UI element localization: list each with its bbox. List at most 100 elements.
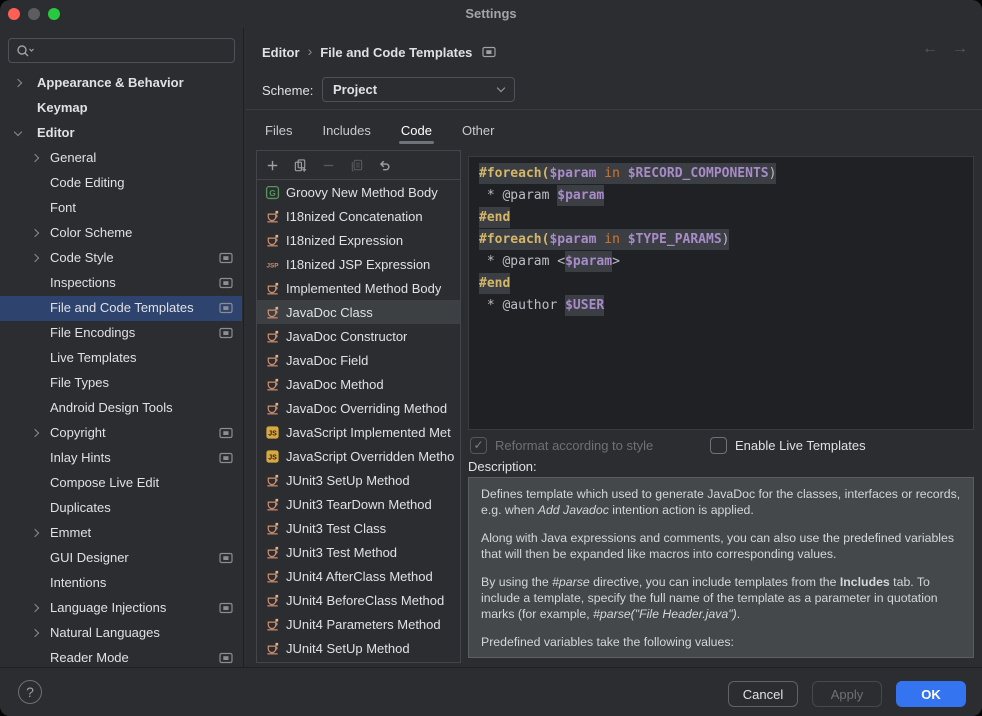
add-template-button[interactable] [262, 155, 282, 175]
tab-files[interactable]: Files [263, 117, 294, 143]
js-file-icon: JS [265, 449, 280, 464]
titlebar: Settings [0, 0, 982, 28]
template-item-junit3-setup-method[interactable]: JUnit3 SetUp Method [257, 468, 460, 492]
back-arrow-icon[interactable]: ← [922, 40, 938, 58]
settings-search-input[interactable] [36, 42, 216, 59]
description-paragraph: By using the #parse directive, you can i… [481, 574, 961, 622]
code-line: #foreach($param in $TYPE_PARAMS) [479, 229, 973, 251]
template-item-label: JUnit4 AfterClass Method [286, 569, 433, 584]
svg-text:JSP: JSP [266, 262, 279, 269]
template-item-junit4-setup-method[interactable]: JUnit4 SetUp Method [257, 636, 460, 660]
template-item-junit4-parameters-method[interactable]: JUnit4 Parameters Method [257, 612, 460, 636]
template-item-groovy-new-method-body[interactable]: GGroovy New Method Body [257, 180, 460, 204]
template-item-javadoc-overriding-method[interactable]: JavaDoc Overriding Method [257, 396, 460, 420]
cancel-button[interactable]: Cancel [728, 681, 798, 707]
tab-other[interactable]: Other [460, 117, 497, 143]
scheme-value: Project [333, 82, 377, 97]
sidebar-item-file-and-code-templates[interactable]: File and Code Templates [0, 296, 242, 321]
sidebar-item-color-scheme[interactable]: Color Scheme [0, 221, 242, 246]
template-item-javadoc-constructor[interactable]: JavaDoc Constructor [257, 324, 460, 348]
java-file-icon [265, 209, 280, 224]
sidebar-item-label: File Encodings [50, 325, 135, 340]
template-item-javascript-implemented-met[interactable]: JSJavaScript Implemented Met [257, 420, 460, 444]
template-item-javadoc-method[interactable]: JavaDoc Method [257, 372, 460, 396]
template-item-label: JUnit4 SetUp Method [286, 641, 410, 656]
project-settings-icon [219, 327, 233, 339]
template-item-javadoc-field[interactable]: JavaDoc Field [257, 348, 460, 372]
sidebar-item-general[interactable]: General [0, 146, 242, 171]
settings-window: Settings Appearance & Behavior Keymap Edit… [0, 0, 982, 716]
chevron-right-icon[interactable] [31, 604, 39, 612]
live-templates-checkbox[interactable] [710, 437, 727, 454]
settings-search-field[interactable] [8, 38, 235, 63]
apply-button[interactable]: Apply [812, 681, 882, 707]
sidebar-item-gui-designer[interactable]: GUI Designer [0, 546, 242, 571]
copy-template-button[interactable] [290, 155, 310, 175]
code-line: * @author $USER [479, 295, 973, 317]
reset-template-button[interactable] [374, 155, 394, 175]
sidebar-item-editor[interactable]: Editor [0, 121, 242, 146]
chevron-right-icon[interactable] [31, 229, 39, 237]
sidebar-item-file-types[interactable]: File Types [0, 371, 242, 396]
sidebar-item-code-editing[interactable]: Code Editing [0, 171, 242, 196]
chevron-right-icon[interactable] [31, 254, 39, 262]
template-item-label: JavaScript Overridden Metho [286, 449, 454, 464]
sidebar-item-label: Duplicates [50, 500, 111, 515]
template-list: GGroovy New Method BodyI18nized Concaten… [257, 180, 460, 660]
chevron-right-icon[interactable] [31, 154, 39, 162]
chevron-down-icon [497, 84, 505, 92]
header-divider [245, 109, 982, 110]
template-item-i18nized-expression[interactable]: I18nized Expression [257, 228, 460, 252]
sidebar-item-appearance-behavior[interactable]: Appearance & Behavior [0, 71, 242, 96]
sidebar-item-file-encodings[interactable]: File Encodings [0, 321, 242, 346]
forward-arrow-icon[interactable]: → [952, 40, 968, 58]
sidebar-item-code-style[interactable]: Code Style [0, 246, 242, 271]
template-item-javadoc-class[interactable]: JavaDoc Class [257, 300, 460, 324]
sidebar-item-keymap[interactable]: Keymap [0, 96, 242, 121]
sidebar-item-live-templates[interactable]: Live Templates [0, 346, 242, 371]
sidebar-item-emmet[interactable]: Emmet [0, 521, 242, 546]
sidebar-item-label: Inspections [50, 275, 116, 290]
groovy-file-icon: G [265, 185, 280, 200]
code-line: #end [479, 273, 973, 295]
chevron-right-icon[interactable] [31, 529, 39, 537]
template-item-junit4-beforeclass-method[interactable]: JUnit4 BeforeClass Method [257, 588, 460, 612]
sidebar-item-android-design-tools[interactable]: Android Design Tools [0, 396, 242, 421]
sidebar-item-natural-languages[interactable]: Natural Languages [0, 621, 242, 646]
chevron-right-icon[interactable] [14, 79, 22, 87]
template-item-implemented-method-body[interactable]: Implemented Method Body [257, 276, 460, 300]
sidebar-item-font[interactable]: Font [0, 196, 242, 221]
sidebar-item-duplicates[interactable]: Duplicates [0, 496, 242, 521]
window-title: Settings [0, 6, 982, 21]
sidebar-item-reader-mode[interactable]: Reader Mode [0, 646, 242, 667]
svg-text:G: G [269, 187, 276, 197]
chevron-right-icon[interactable] [31, 429, 39, 437]
template-item-i18nized-jsp-expression[interactable]: JSP I18nized JSP Expression [257, 252, 460, 276]
sidebar-item-language-injections[interactable]: Language Injections [0, 596, 242, 621]
sidebar-item-label: Keymap [37, 100, 88, 115]
template-item-label: I18nized JSP Expression [286, 257, 430, 272]
ok-button[interactable]: OK [896, 681, 966, 707]
settings-sidebar: Appearance & Behavior Keymap EditorGeneral… [0, 28, 244, 667]
template-item-junit3-test-method[interactable]: JUnit3 Test Method [257, 540, 460, 564]
template-item-junit4-afterclass-method[interactable]: JUnit4 AfterClass Method [257, 564, 460, 588]
chevron-down-icon[interactable] [14, 128, 22, 136]
breadcrumb-editor[interactable]: Editor [262, 45, 300, 60]
sidebar-item-compose-live-edit[interactable]: Compose Live Edit [0, 471, 242, 496]
template-item-junit3-test-class[interactable]: JUnit3 Test Class [257, 516, 460, 540]
code-line: * @param <$param> [479, 251, 973, 273]
tab-code[interactable]: Code [399, 117, 434, 143]
sidebar-item-copyright[interactable]: Copyright [0, 421, 242, 446]
template-item-i18nized-concatenation[interactable]: I18nized Concatenation [257, 204, 460, 228]
tab-includes[interactable]: Includes [320, 117, 372, 143]
sidebar-item-intentions[interactable]: Intentions [0, 571, 242, 596]
help-button[interactable]: ? [18, 680, 42, 704]
scheme-dropdown[interactable]: Project [322, 77, 515, 102]
template-item-junit3-teardown-method[interactable]: JUnit3 TearDown Method [257, 492, 460, 516]
template-item-javascript-overridden-metho[interactable]: JS JavaScript Overridden Metho [257, 444, 460, 468]
chevron-right-icon[interactable] [31, 629, 39, 637]
sidebar-item-inspections[interactable]: Inspections [0, 271, 242, 296]
java-file-icon [265, 401, 280, 416]
sidebar-item-inlay-hints[interactable]: Inlay Hints [0, 446, 242, 471]
template-editor[interactable]: #foreach($param in $RECORD_COMPONENTS) *… [468, 156, 974, 430]
